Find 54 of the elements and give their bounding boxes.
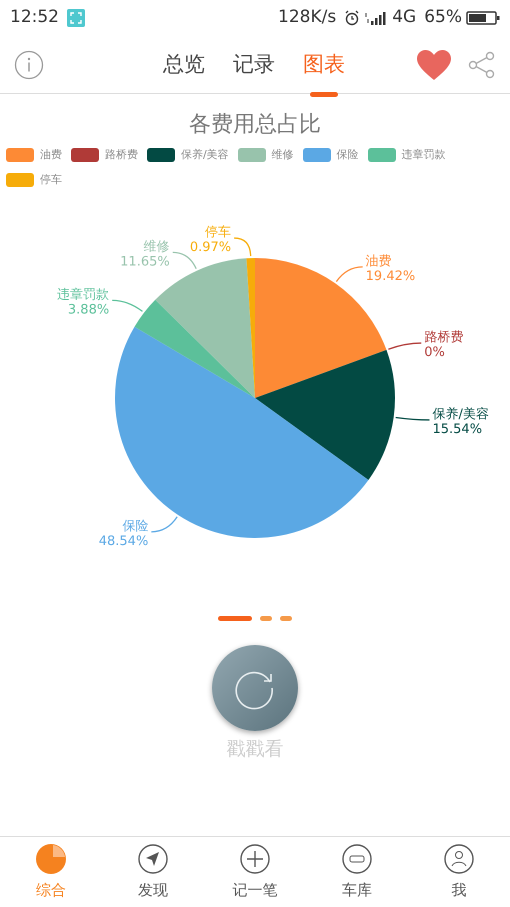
leader-line (151, 516, 178, 532)
battery-percent: 65% (424, 6, 462, 30)
refresh-button[interactable] (212, 645, 298, 731)
nav-tab[interactable]: 我 (408, 837, 510, 907)
slice-label: 路桥费 (424, 330, 464, 346)
nav-tab[interactable]: 发现 (102, 837, 204, 907)
slice-label: 维修 (144, 239, 170, 254)
leader-line (112, 300, 143, 312)
legend-label: 路桥费 (105, 147, 138, 163)
leader-line (388, 342, 422, 350)
slice-value: 0.97% (190, 240, 232, 256)
slice-value: 0% (424, 345, 445, 360)
leader-line (336, 266, 363, 282)
network-speed: 128K/s (278, 6, 336, 30)
nav-tab[interactable]: 记一笔 (204, 837, 306, 907)
slice-value: 11.65% (120, 254, 170, 270)
slice-label: 油费 (366, 254, 392, 269)
compass-icon (137, 843, 169, 875)
alarm-icon (344, 10, 360, 26)
signal-icon (364, 10, 388, 26)
share-icon[interactable] (468, 50, 496, 78)
leader-line (234, 237, 252, 256)
plus-icon (239, 843, 271, 875)
legend-label: 保养/美容 (181, 147, 229, 163)
chart-title: 各费用总占比 (189, 112, 321, 137)
info-icon[interactable] (14, 50, 44, 80)
slice-value: 19.42% (366, 268, 416, 284)
nav-tab[interactable]: 车库 (306, 837, 408, 907)
person-icon (443, 843, 475, 875)
slice-label: 违章罚款 (57, 287, 110, 302)
slice-value: 15.54% (432, 422, 482, 437)
page-indicator[interactable] (260, 616, 272, 621)
status-time: 12:52 (10, 6, 59, 30)
legend-label: 保险 (336, 147, 359, 163)
scanner-icon (67, 9, 85, 27)
slice-label: 保养/美容 (432, 406, 489, 422)
tab[interactable]: 总览 (149, 36, 219, 94)
slice-label: 停车 (205, 225, 232, 240)
legend-label: 油费 (40, 147, 62, 163)
page-indicator[interactable] (218, 616, 252, 621)
slice-label: 保险 (122, 518, 148, 534)
slice-value: 3.88% (68, 302, 110, 318)
heart-icon[interactable] (416, 48, 452, 80)
leader-line (396, 416, 430, 421)
slice-value: 48.54% (98, 534, 148, 549)
legend-label: 停车 (40, 172, 62, 188)
leader-line (172, 252, 197, 270)
tab[interactable]: 记录 (219, 36, 289, 94)
legend-label: 违章罚款 (402, 147, 446, 163)
page-indicator[interactable] (280, 616, 292, 621)
battery-icon (466, 10, 500, 26)
network-type: 4G (392, 6, 416, 30)
pie-chart-icon (35, 843, 67, 875)
legend-label: 维修 (272, 147, 294, 163)
